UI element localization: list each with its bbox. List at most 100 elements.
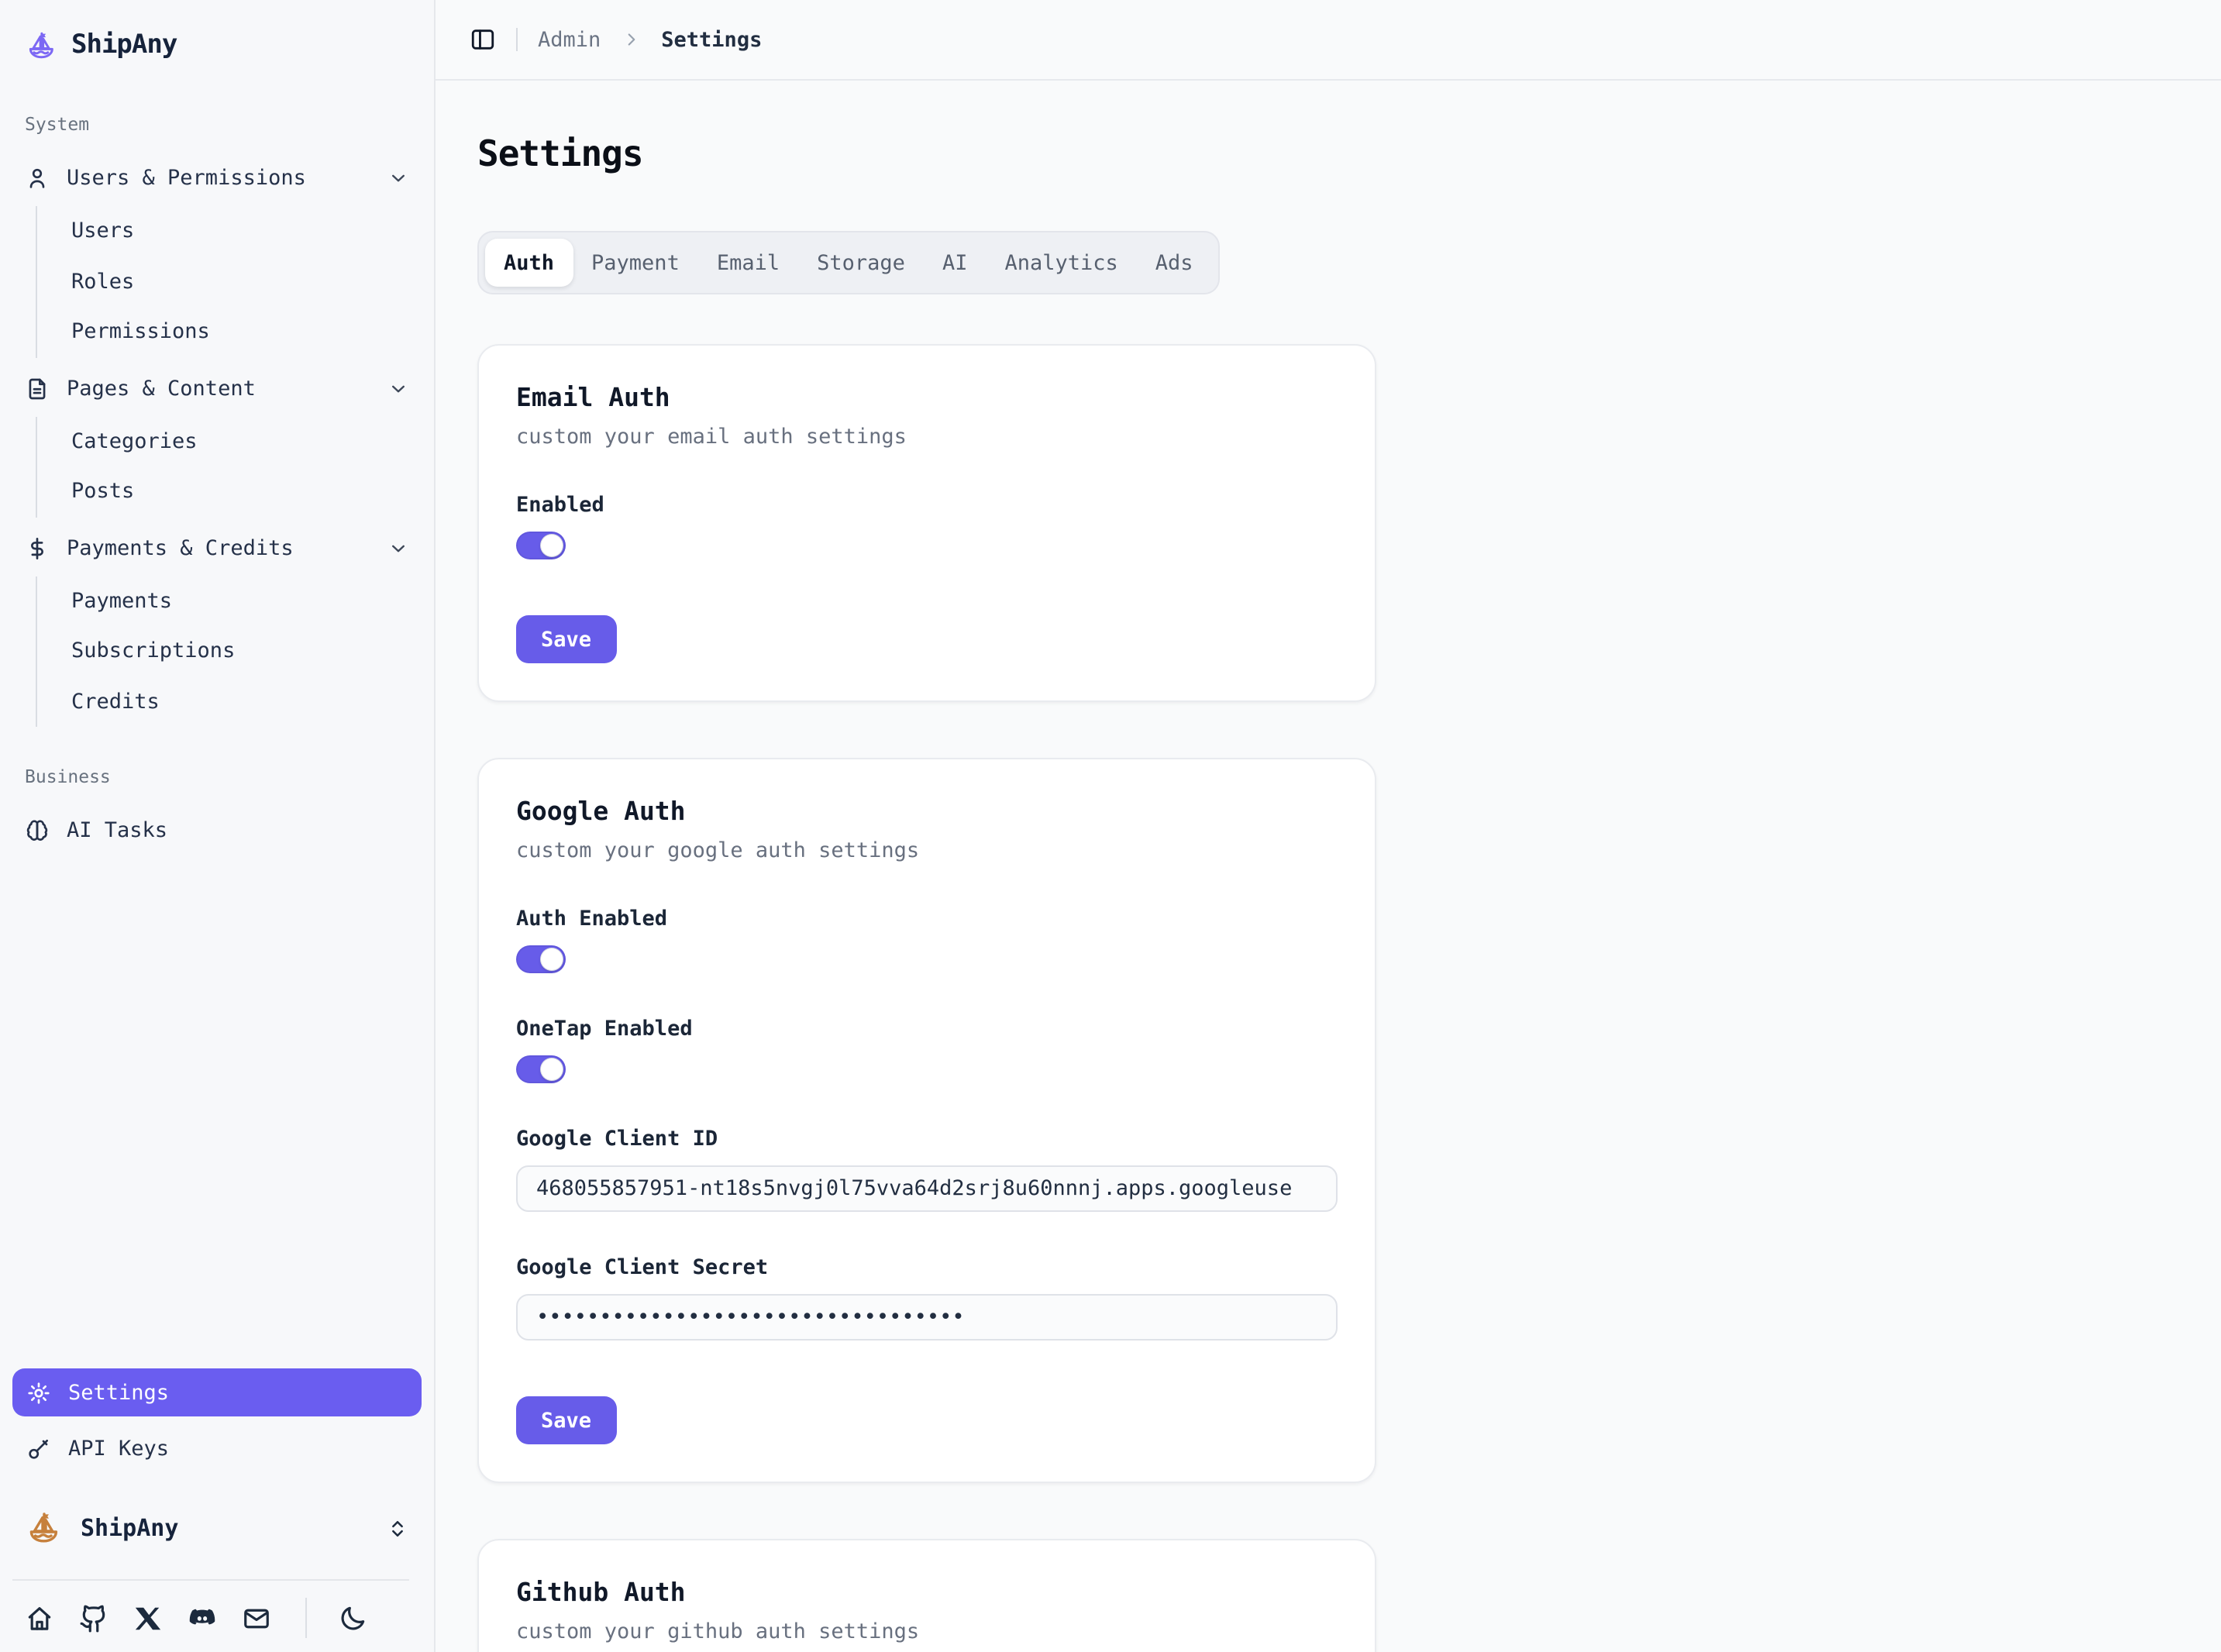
cards-container: Email Auth custom your email auth setting… (477, 344, 2184, 1652)
card-description: custom your google auth settings (516, 838, 1338, 863)
card-email-auth: Email Auth custom your email auth setting… (477, 344, 1376, 702)
nav-group-payments-credits: Payments & Credits PaymentsSubscriptionsC… (0, 523, 434, 727)
brain-icon (25, 818, 50, 843)
card-title: Google Auth (516, 797, 1338, 826)
page-title: Settings (477, 132, 2184, 178)
workspace-name: ShipAny (81, 1514, 178, 1542)
card-title: Email Auth (516, 383, 1338, 412)
breadcrumb-admin[interactable]: Admin (538, 27, 601, 52)
sidebar-subitem-categories[interactable]: Categories (37, 416, 434, 466)
sidebar-subitem-payments[interactable]: Payments (37, 576, 434, 626)
sidebar-subitem-permissions[interactable]: Permissions (37, 307, 434, 357)
tab-ads[interactable]: Ads (1137, 239, 1212, 287)
sidebar: ShipAny System Users & Permissions UsersRo… (0, 0, 436, 1652)
sidebar-subitem-posts[interactable]: Posts (37, 466, 434, 517)
moon-icon[interactable] (338, 1603, 367, 1633)
home-link-icon[interactable] (25, 1603, 54, 1633)
section-label-business: Business (25, 766, 409, 787)
key-icon (26, 1436, 51, 1461)
github-link-icon[interactable] (79, 1603, 108, 1633)
brand[interactable]: ShipAny (25, 15, 409, 74)
google-client-id-input[interactable] (516, 1165, 1338, 1212)
sidebar-subitem-subscriptions[interactable]: Subscriptions (37, 626, 434, 676)
field-label: Enabled (516, 493, 1338, 518)
sidebar-item-label: Users & Permissions (67, 166, 306, 191)
chevrons-up-down-icon (386, 1516, 409, 1540)
field-label: Auth Enabled (516, 907, 1338, 931)
field-auth-enabled: Auth Enabled (516, 907, 1338, 973)
chevron-down-icon[interactable] (387, 537, 409, 559)
sidebar-item-users-permissions[interactable]: Users & Permissions (0, 153, 434, 203)
chevron-right-icon (621, 29, 641, 50)
tab-ai[interactable]: AI (924, 239, 987, 287)
main-area: Admin Settings Settings AuthPaymentEmail… (436, 0, 2221, 1652)
app-window: ShipAny System Users & Permissions UsersRo… (0, 0, 2221, 1652)
sidebar-item-label: Payments & Credits (67, 535, 294, 560)
sidebar-item-label: Pages & Content (67, 376, 256, 401)
x-twitter-link-icon[interactable] (133, 1603, 163, 1633)
sidebar-divider (12, 1579, 409, 1581)
card-description: custom your github auth settings (516, 1619, 1338, 1644)
sidebar-subitem-credits[interactable]: Credits (37, 676, 434, 727)
tab-storage[interactable]: Storage (798, 239, 924, 287)
field-google-client-id: Google Client ID (516, 1127, 1338, 1212)
discord-link-icon[interactable] (188, 1603, 217, 1633)
file-text-icon (25, 376, 50, 401)
topbar: Admin Settings (436, 0, 2221, 81)
chevron-down-icon[interactable] (387, 167, 409, 189)
field-onetap-enabled: OneTap Enabled (516, 1017, 1338, 1083)
panel-left-icon[interactable] (470, 26, 496, 53)
email-link-icon[interactable] (242, 1603, 271, 1633)
tab-email[interactable]: Email (698, 239, 798, 287)
dollar-sign-icon (25, 535, 50, 560)
field-google-client-secret: Google Client Secret (516, 1255, 1338, 1341)
card-google-auth: Google Auth custom your google auth setti… (477, 758, 1376, 1483)
field-label: Google Client ID (516, 1127, 1338, 1151)
subnav-users-permissions: UsersRolesPermissions (36, 206, 434, 357)
chevron-down-icon[interactable] (387, 377, 409, 399)
sidebar-footer: Settings API Keys ShipAny (0, 1368, 434, 1652)
tab-payment[interactable]: Payment (573, 239, 698, 287)
workspace-switcher[interactable]: ShipAny (12, 1491, 422, 1565)
sidebar-subitem-roles[interactable]: Roles (37, 256, 434, 307)
sailboat-logo-icon (25, 29, 57, 61)
sidebar-item-pages-content[interactable]: Pages & Content (0, 363, 434, 413)
section-label-system: System (25, 113, 409, 135)
save-button[interactable]: Save (516, 615, 616, 663)
sidebar-subitem-users[interactable]: Users (37, 206, 434, 256)
sidebar-nav: System Users & Permissions UsersRolesPermi… (0, 74, 434, 855)
subnav-payments-credits: PaymentsSubscriptionsCredits (36, 576, 434, 727)
sidebar-item-payments-credits[interactable]: Payments & Credits (0, 523, 434, 573)
breadcrumb-settings: Settings (661, 27, 762, 52)
toggle-thumb (541, 535, 563, 556)
sidebar-header: ShipAny (0, 0, 434, 74)
page-content: Settings AuthPaymentEmailStorageAIAnalyt… (436, 81, 2221, 1652)
subnav-pages-content: CategoriesPosts (36, 416, 434, 517)
nav-group-ai-tasks: AI Tasks (0, 806, 434, 855)
field-label: Google Client Secret (516, 1255, 1338, 1280)
onetap-enabled-toggle[interactable] (516, 1055, 566, 1083)
sidebar-item-api-keys[interactable]: API Keys (12, 1424, 422, 1472)
sidebar-item-label: API Keys (68, 1436, 169, 1461)
social-divider (305, 1598, 307, 1638)
nav-group-pages-content: Pages & Content CategoriesPosts (0, 363, 434, 517)
tab-auth[interactable]: Auth (485, 239, 573, 287)
google-client-secret-input[interactable] (516, 1294, 1338, 1341)
toggle-thumb (541, 1058, 563, 1080)
brand-name: ShipAny (71, 29, 177, 60)
tab-analytics[interactable]: Analytics (986, 239, 1136, 287)
settings-tabs: AuthPaymentEmailStorageAIAnalyticsAds (477, 231, 1220, 294)
enabled-toggle[interactable] (516, 532, 566, 559)
gear-icon (26, 1380, 51, 1405)
sidebar-item-label: Settings (68, 1380, 169, 1405)
sidebar-item-ai-tasks[interactable]: AI Tasks (0, 806, 434, 855)
user-icon (25, 166, 50, 191)
auth-enabled-toggle[interactable] (516, 945, 566, 973)
field-label: OneTap Enabled (516, 1017, 1338, 1041)
sailboat-icon (25, 1509, 62, 1547)
nav-group-users-permissions: Users & Permissions UsersRolesPermissions (0, 153, 434, 357)
save-button[interactable]: Save (516, 1396, 616, 1444)
field-enabled: Enabled (516, 493, 1338, 559)
card-description: custom your email auth settings (516, 425, 1338, 449)
sidebar-item-settings[interactable]: Settings (12, 1368, 422, 1416)
